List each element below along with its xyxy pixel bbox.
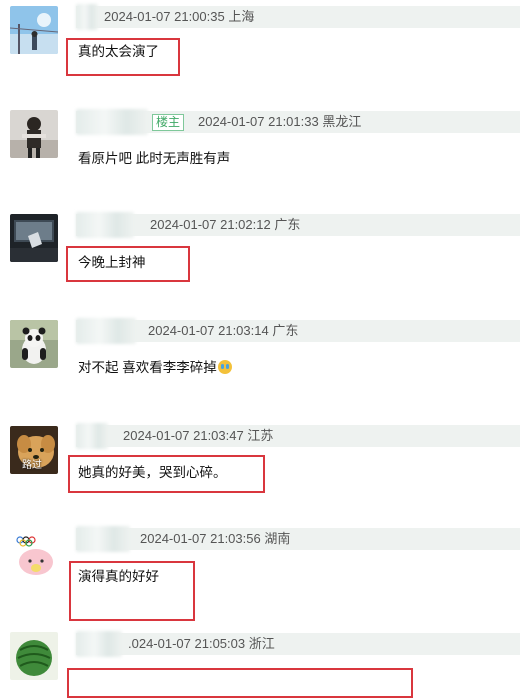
comment-time: 2024-01-07 21:01:33 黑龙江 (198, 114, 362, 129)
username-blurred[interactable] (76, 109, 148, 135)
comment-text-body: 对不起 喜欢看李李碎掉 (78, 360, 217, 375)
comment-time: 2024-01-07 21:03:47 江苏 (123, 428, 274, 443)
comment-time: .024-01-07 21:05:03 浙江 (128, 636, 275, 651)
comment-meta: 2024-01-07 21:03:47 江苏 (76, 423, 520, 449)
highlight-box (69, 561, 195, 621)
comment-meta: 2024-01-07 21:02:12 广东 (76, 212, 520, 238)
username-blurred[interactable] (76, 212, 134, 238)
username-blurred[interactable] (76, 631, 122, 657)
highlight-box (66, 246, 190, 282)
username-blurred[interactable] (76, 423, 108, 449)
comment-time: 2024-01-07 21:02:12 广东 (150, 217, 301, 232)
user-avatar[interactable] (10, 320, 58, 368)
comment-text: 看原片吧 此时无声胜有声 (78, 151, 231, 166)
comment-meta: .024-01-07 21:05:03 浙江 (76, 631, 520, 657)
comment-meta: 2024-01-07 21:00:35 上海 (76, 4, 520, 30)
user-avatar[interactable]: 路过 (10, 426, 58, 474)
highlight-box (66, 38, 180, 76)
user-avatar[interactable] (10, 632, 58, 680)
username-blurred[interactable] (76, 526, 130, 552)
comment-text: 对不起 喜欢看李李碎掉 (78, 359, 232, 377)
op-badge: 楼主 (152, 114, 185, 131)
comment-meta: 2024-01-07 21:03:14 广东 (76, 318, 520, 344)
username-blurred[interactable] (76, 4, 98, 30)
user-avatar[interactable] (10, 6, 58, 54)
user-avatar[interactable] (10, 110, 58, 158)
highlight-box (68, 455, 265, 493)
user-avatar[interactable] (10, 530, 58, 578)
avatar-caption: 路过 (22, 460, 42, 471)
highlight-box (67, 668, 413, 698)
username-blurred[interactable] (76, 318, 136, 344)
comment-time: 2024-01-07 21:00:35 上海 (104, 9, 255, 24)
crying-face-emoji-icon (217, 360, 232, 374)
comment-meta: 楼主 2024-01-07 21:01:33 黑龙江 (76, 109, 520, 135)
comment-meta: 2024-01-07 21:03:56 湖南 (76, 526, 520, 552)
comment-time: 2024-01-07 21:03:56 湖南 (140, 531, 291, 546)
user-avatar[interactable] (10, 214, 58, 262)
comment-time: 2024-01-07 21:03:14 广东 (148, 323, 299, 338)
